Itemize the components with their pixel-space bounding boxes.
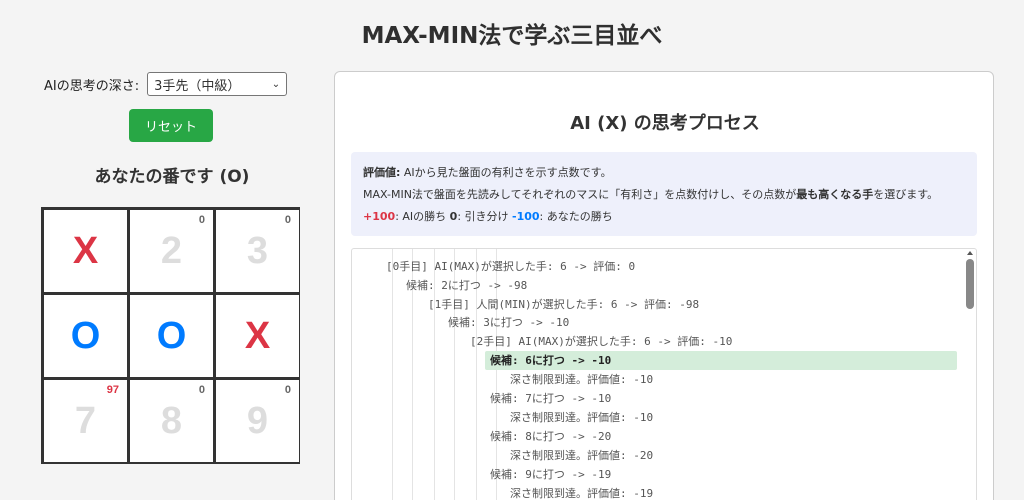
board-cell-5: O [130, 295, 213, 377]
board-cell-1: X [44, 210, 127, 292]
page-title: MAX-MIN法で学ぶ三目並べ [361, 23, 663, 49]
cell-mark: 8 [160, 399, 183, 442]
cell-mark: 3 [246, 229, 269, 272]
log-line-text: 候補: 7に打つ -> -10 [490, 392, 612, 405]
log-line-text: 深さ制限到達。評価値: -10 [510, 411, 654, 424]
log-line-text: [0手目] AI(MAX)が選択した手: 6 -> 評価: 0 [386, 260, 636, 273]
board-cell-4: O [44, 295, 127, 377]
board-cell-7[interactable]: 97 7 [44, 380, 127, 462]
log-line: [1手目] 人間(MIN)が選択した手: 6 -> 評価: -98 [352, 296, 956, 314]
eval-label: 評価値: [363, 166, 401, 179]
cell-score: 0 [284, 384, 291, 396]
log-scrollbar[interactable] [966, 259, 974, 309]
board-cell-9[interactable]: 09 [216, 380, 299, 462]
eval-text: AIから見た盤面の有利さを示す点数です。 [400, 166, 612, 179]
log-line: 候補: 6に打つ -> -10 [352, 352, 956, 370]
log-line: [2手目] AI(MAX)が選択した手: 6 -> 評価: -10 [352, 333, 956, 351]
depth-control: AIの思考の深さ: 3手先（中級） ⌄ [44, 72, 288, 96]
info-text-b: を選びます。 [873, 188, 939, 201]
cell-score: 0 [198, 384, 205, 396]
log-line-text: 候補: 2に打つ -> -98 [406, 279, 528, 292]
log-line: 深さ制限到達。評価値: -20 [352, 447, 956, 465]
info-text-a: MAX-MIN法で盤面を先読みしてそれぞれのマスに「有利さ」を点数付けし、その点… [363, 188, 797, 201]
score-minus-100-text: : あなたの勝ち [539, 210, 613, 223]
thinking-panel: AI (X) の思考プロセス 評価値: AIから見た盤面の有利さを示す点数です。… [334, 71, 994, 500]
cell-mark: O [70, 314, 101, 357]
log-line: 深さ制限到達。評価値: -19 [352, 485, 956, 500]
cell-mark: O [156, 314, 187, 357]
log-line: 深さ制限到達。評価値: -10 [352, 409, 956, 427]
log-line: 候補: 2に打つ -> -98 [352, 277, 956, 295]
cell-mark: 2 [160, 229, 183, 272]
depth-label: AIの思考の深さ: [44, 78, 140, 94]
reset-button[interactable]: リセット [129, 109, 213, 142]
info-line-1: 評価値: AIから見た盤面の有利さを示す点数です。 [363, 162, 965, 184]
cell-mark: 7 [74, 399, 97, 442]
cell-score: 97 [106, 384, 119, 396]
log-line: 候補: 9に打つ -> -19 [352, 466, 956, 484]
score-zero-text: : 引き分け [457, 210, 513, 223]
log-line: 深さ制限到達。評価値: -10 [352, 371, 956, 389]
board-cell-2[interactable]: 02 [130, 210, 213, 292]
cell-mark: 9 [246, 399, 269, 442]
score-plus-100: +100 [363, 210, 396, 223]
log-line-text: 候補: 9に打つ -> -19 [490, 468, 612, 481]
log-line-text: 深さ制限到達。評価値: -20 [510, 449, 654, 462]
log-line-text: 深さ制限到達。評価値: -19 [510, 487, 654, 500]
log-line: 候補: 7に打つ -> -10 [352, 390, 956, 408]
log-line-text: [2手目] AI(MAX)が選択した手: 6 -> 評価: -10 [470, 335, 733, 348]
cell-score: 0 [284, 214, 291, 226]
cell-mark: X [244, 314, 271, 357]
cell-score: 0 [198, 214, 205, 226]
log-line-text: 候補: 6に打つ -> -10 [490, 354, 612, 367]
scroll-up-icon[interactable] [967, 251, 973, 255]
log-line-text: [1手目] 人間(MIN)が選択した手: 6 -> 評価: -98 [428, 298, 700, 311]
info-line-3: +100: AIの勝ち 0: 引き分け -100: あなたの勝ち [363, 206, 965, 228]
cell-mark: X [72, 229, 99, 272]
board-cell-6: X [216, 295, 299, 377]
score-minus-100: -100 [512, 210, 540, 223]
board-cell-3[interactable]: 03 [216, 210, 299, 292]
chevron-down-icon: ⌄ [271, 78, 281, 90]
log-line: [0手目] AI(MAX)が選択した手: 6 -> 評価: 0 [352, 258, 956, 276]
log-line: 候補: 8に打つ -> -20 [352, 428, 956, 446]
score-plus-100-text: : AIの勝ち [395, 210, 450, 223]
info-line-2: MAX-MIN法で盤面を先読みしてそれぞれのマスに「有利さ」を点数付けし、その点… [363, 184, 965, 206]
log-line-text: 深さ制限到達。評価値: -10 [510, 373, 654, 386]
panel-title: AI (X) の思考プロセス [570, 113, 760, 134]
thinking-log[interactable]: [0手目] AI(MAX)が選択した手: 6 -> 評価: 0 候補: 2に打つ … [351, 248, 977, 500]
log-line-text: 候補: 8に打つ -> -20 [490, 430, 612, 443]
board-cell-8[interactable]: 08 [130, 380, 213, 462]
log-line: 候補: 3に打つ -> -10 [352, 314, 956, 332]
log-line-text: 候補: 3に打つ -> -10 [448, 316, 570, 329]
info-text-bold: 最も高くなる手 [796, 188, 874, 201]
turn-status: あなたの番です (O) [94, 167, 250, 187]
evaluation-info: 評価値: AIから見た盤面の有利さを示す点数です。 MAX-MIN法で盤面を先読… [351, 152, 977, 236]
depth-select-value: 3手先（中級） [154, 78, 241, 94]
depth-select[interactable]: 3手先（中級） ⌄ [147, 72, 288, 96]
game-board: X 02 03 O O X 97 7 08 09 [41, 207, 300, 464]
